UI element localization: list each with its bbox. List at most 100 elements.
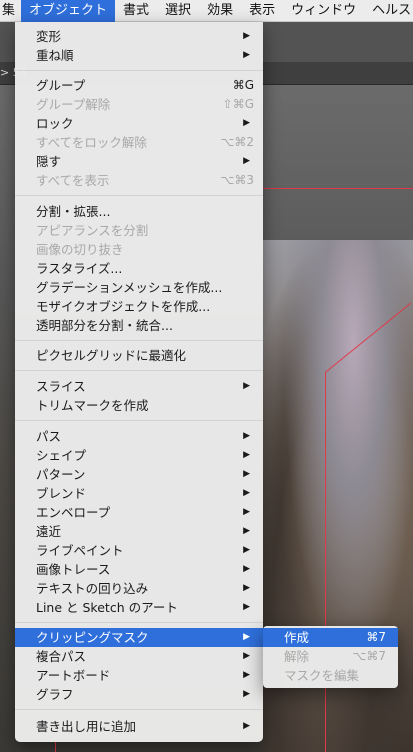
menu-item-expand-appearance[interactable]: アピアランスを分割 bbox=[15, 221, 263, 240]
menu-item-slice[interactable]: スライス ▶ bbox=[15, 377, 263, 396]
menu-item-shape[interactable]: シェイプ ▶ bbox=[15, 446, 263, 465]
menu-item-label: 変形 bbox=[36, 29, 62, 44]
menu-item-flatten-transparency[interactable]: 透明部分を分割・統合... bbox=[15, 316, 263, 335]
menu-item-shortcut: ⌥⌘2 bbox=[220, 135, 254, 149]
menu-item-rasterize[interactable]: ラスタライズ... bbox=[15, 259, 263, 278]
menu-separator bbox=[15, 370, 263, 371]
menu-item-expand[interactable]: 分割・拡張... bbox=[15, 202, 263, 221]
menu-separator bbox=[15, 195, 263, 196]
submenu-arrow-icon: ▶ bbox=[243, 381, 250, 391]
menu-item-graph[interactable]: グラフ ▶ bbox=[15, 685, 263, 704]
menu-item-perspective[interactable]: 遠近 ▶ bbox=[15, 522, 263, 541]
menu-item-path[interactable]: パス ▶ bbox=[15, 427, 263, 446]
menu-item-label: グループ解除 bbox=[36, 97, 111, 112]
submenu-arrow-icon: ▶ bbox=[243, 50, 250, 60]
menu-item-label: 分割・拡張... bbox=[36, 204, 111, 219]
menu-type[interactable]: 書式 bbox=[115, 0, 157, 22]
submenu-arrow-icon: ▶ bbox=[243, 431, 250, 441]
menu-item-label: クリッピングマスク bbox=[36, 630, 149, 645]
object-menu: 変形 ▶ 重ね順 ▶ グループ ⌘G グループ解除 ⇧⌘G ロック ▶ すべてをロック解除… bbox=[15, 22, 263, 742]
menu-item-shortcut: ⌘G bbox=[232, 78, 254, 92]
menu-item-label: 遠近 bbox=[36, 524, 62, 539]
menu-object[interactable]: オブジェクト bbox=[21, 0, 116, 22]
menu-item-pattern[interactable]: パターン ▶ bbox=[15, 465, 263, 484]
menu-item-envelope-distort[interactable]: エンベロープ ▶ bbox=[15, 503, 263, 522]
submenu-arrow-icon: ▶ bbox=[243, 670, 250, 680]
menu-item-label: 複合パス bbox=[36, 649, 87, 664]
menu-item-hide[interactable]: 隠す ▶ bbox=[15, 152, 263, 171]
menu-item-label: テキストの回り込み bbox=[36, 581, 149, 596]
submenu-item-release[interactable]: 解除 ⌥⌘7 bbox=[263, 647, 398, 666]
submenu-item-label: 作成 bbox=[284, 630, 310, 645]
menu-item-show-all[interactable]: すべてを表示 ⌥⌘3 bbox=[15, 171, 263, 190]
submenu-item-edit-mask[interactable]: マスクを編集 bbox=[263, 666, 398, 685]
menu-separator bbox=[15, 709, 263, 710]
menu-window[interactable]: ウィンドウ bbox=[283, 0, 364, 22]
submenu-item-label: マスクを編集 bbox=[284, 668, 360, 683]
submenu-arrow-icon: ▶ bbox=[243, 31, 250, 41]
menu-item-group[interactable]: グループ ⌘G bbox=[15, 76, 263, 95]
menu-edit[interactable]: 集 bbox=[0, 0, 21, 22]
menu-effect[interactable]: 効果 bbox=[199, 0, 241, 22]
menu-item-make-pixel-perfect[interactable]: ピクセルグリッドに最適化 bbox=[15, 346, 263, 365]
menu-item-label: シェイプ bbox=[36, 448, 87, 463]
menu-item-label: ロック bbox=[36, 116, 74, 131]
submenu-item-shortcut: ⌥⌘7 bbox=[352, 649, 386, 663]
menu-item-shortcut: ⇧⌘G bbox=[222, 97, 254, 111]
menu-item-label: ラスタライズ... bbox=[36, 261, 123, 276]
menu-item-ungroup[interactable]: グループ解除 ⇧⌘G bbox=[15, 95, 263, 114]
menu-item-label: すべてをロック解除 bbox=[36, 135, 147, 150]
menu-help[interactable]: ヘルス bbox=[364, 0, 413, 22]
menu-item-label: ピクセルグリッドに最適化 bbox=[36, 348, 187, 363]
menu-item-label: 隠す bbox=[36, 154, 62, 169]
menu-item-label: グループ bbox=[36, 78, 86, 93]
submenu-arrow-icon: ▶ bbox=[243, 721, 250, 731]
submenu-arrow-icon: ▶ bbox=[243, 488, 250, 498]
menu-item-label: モザイクオブジェクトを作成... bbox=[36, 299, 211, 314]
menu-item-label: ライブペイント bbox=[36, 543, 124, 558]
menu-item-blend[interactable]: ブレンド ▶ bbox=[15, 484, 263, 503]
submenu-item-shortcut: ⌘7 bbox=[366, 630, 386, 644]
menu-item-label: ブレンド bbox=[36, 486, 87, 501]
menu-item-live-paint[interactable]: ライブペイント ▶ bbox=[15, 541, 263, 560]
menu-item-transform[interactable]: 変形 ▶ bbox=[15, 27, 263, 46]
submenu-arrow-icon: ▶ bbox=[243, 450, 250, 460]
menu-item-unlock-all[interactable]: すべてをロック解除 ⌥⌘2 bbox=[15, 133, 263, 152]
menu-item-compound-path[interactable]: 複合パス ▶ bbox=[15, 647, 263, 666]
menu-item-create-trim-marks[interactable]: トリムマークを作成 bbox=[15, 396, 263, 415]
menu-item-label: アピアランスを分割 bbox=[36, 223, 149, 238]
menu-separator bbox=[15, 420, 263, 421]
menu-item-arrange[interactable]: 重ね順 ▶ bbox=[15, 46, 263, 65]
submenu-arrow-icon: ▶ bbox=[243, 156, 250, 166]
submenu-arrow-icon: ▶ bbox=[243, 545, 250, 555]
menu-separator bbox=[15, 340, 263, 341]
menu-item-add-for-export[interactable]: 書き出し用に追加 ▶ bbox=[15, 717, 263, 736]
menu-item-label: Line と Sketch のアート bbox=[36, 600, 178, 615]
menu-item-create-gradient-mesh[interactable]: グラデーションメッシュを作成... bbox=[15, 278, 263, 297]
menu-item-artboards[interactable]: アートボード ▶ bbox=[15, 666, 263, 685]
menu-item-clipping-mask[interactable]: クリッピングマスク ▶ bbox=[15, 628, 263, 647]
menu-item-label: エンベロープ bbox=[36, 505, 111, 520]
submenu-item-make[interactable]: 作成 ⌘7 bbox=[263, 628, 398, 647]
menu-item-label: 透明部分を分割・統合... bbox=[36, 318, 173, 333]
menu-item-label: 画像トレース bbox=[36, 562, 111, 577]
menu-item-label: すべてを表示 bbox=[36, 173, 110, 188]
menu-item-shortcut: ⌥⌘3 bbox=[220, 173, 254, 187]
menu-item-create-object-mosaic[interactable]: モザイクオブジェクトを作成... bbox=[15, 297, 263, 316]
menu-item-label: スライス bbox=[36, 379, 86, 394]
menu-item-line-and-sketch-art[interactable]: Line と Sketch のアート ▶ bbox=[15, 598, 263, 617]
menu-item-label: グラデーションメッシュを作成... bbox=[36, 280, 223, 295]
menu-item-lock[interactable]: ロック ▶ bbox=[15, 114, 263, 133]
selection-path-line bbox=[325, 372, 326, 752]
submenu-arrow-icon: ▶ bbox=[243, 118, 250, 128]
submenu-arrow-icon: ▶ bbox=[243, 526, 250, 536]
menu-item-text-wrap[interactable]: テキストの回り込み ▶ bbox=[15, 579, 263, 598]
menu-view[interactable]: 表示 bbox=[241, 0, 283, 22]
menu-item-label: グラフ bbox=[36, 687, 74, 702]
menu-item-label: パターン bbox=[36, 467, 86, 482]
menu-item-crop-image[interactable]: 画像の切り抜き bbox=[15, 240, 263, 259]
submenu-arrow-icon: ▶ bbox=[243, 602, 250, 612]
menu-select[interactable]: 選択 bbox=[157, 0, 199, 22]
menu-item-image-trace[interactable]: 画像トレース ▶ bbox=[15, 560, 263, 579]
submenu-arrow-icon: ▶ bbox=[243, 632, 250, 642]
